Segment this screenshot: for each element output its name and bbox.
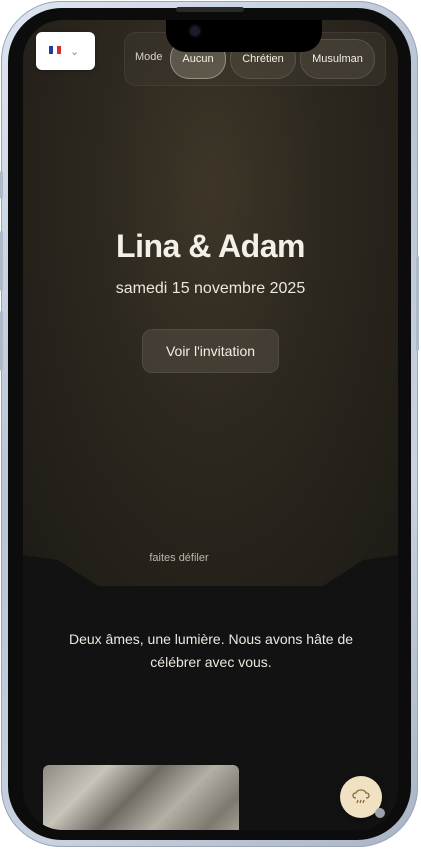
volume-up-button xyxy=(0,231,3,291)
french-flag-icon xyxy=(49,46,61,54)
couple-names: Lina & Adam xyxy=(116,228,305,264)
power-button xyxy=(416,256,419,351)
earpiece-speaker xyxy=(176,7,244,12)
mute-switch xyxy=(0,171,3,199)
hero-section xyxy=(23,20,398,586)
flag-stripe-red xyxy=(57,46,61,54)
volume-down-button xyxy=(0,311,3,371)
screen: ⌄ Mode Aucun Chrétien Musulman Lina & Ad… xyxy=(23,20,398,830)
wedding-date: samedi 15 novembre 2025 xyxy=(115,280,306,297)
view-invitation-button[interactable]: Voir l'invitation xyxy=(142,329,279,373)
music-cloud-icon xyxy=(352,789,370,804)
notch xyxy=(166,20,322,52)
intro-quote: Deux âmes, une lumière. Nous avons hâte … xyxy=(68,631,354,670)
chevron-down-icon: ⌄ xyxy=(70,46,80,58)
language-selector[interactable]: ⌄ xyxy=(36,32,95,70)
scroll-hint: faites défiler xyxy=(149,552,209,564)
notification-dot xyxy=(375,808,385,818)
mode-label: Mode xyxy=(135,51,163,63)
couple-photo xyxy=(43,765,239,830)
front-camera-icon xyxy=(190,26,200,36)
